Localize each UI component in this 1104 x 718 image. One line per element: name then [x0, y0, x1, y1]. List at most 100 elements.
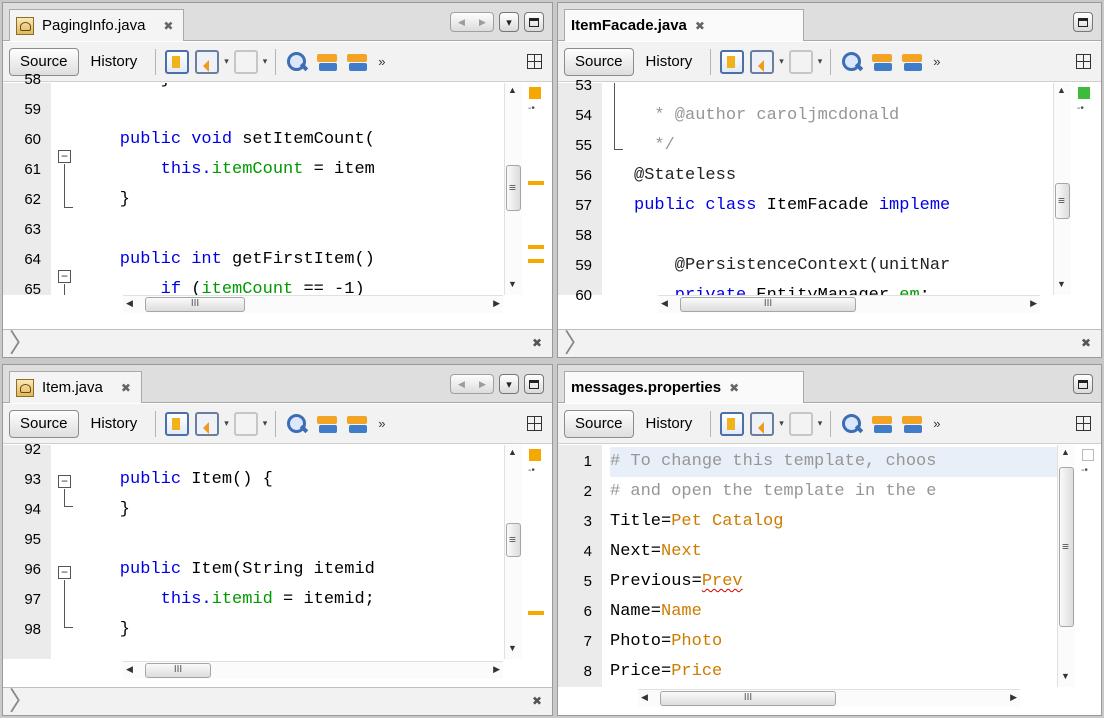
back-dropdown-icon[interactable]: ▾ — [224, 418, 229, 429]
find-selection-icon[interactable] — [840, 412, 864, 436]
split-editor-icon[interactable] — [1076, 416, 1091, 431]
fold-collapse-icon[interactable]: − — [58, 270, 71, 283]
split-editor-icon[interactable] — [1076, 54, 1091, 69]
find-previous-icon[interactable] — [870, 50, 894, 74]
tab-scroll-arrows[interactable]: ◀ ▶ — [450, 374, 494, 394]
find-previous-icon[interactable] — [870, 412, 894, 436]
split-editor-icon[interactable] — [527, 54, 542, 69]
forward-dropdown-icon[interactable]: ▾ — [818, 418, 823, 429]
maximize-window-button[interactable] — [524, 12, 544, 32]
vertical-scrollbar[interactable]: ▲ ▼ — [504, 83, 522, 295]
back-icon[interactable] — [195, 49, 220, 74]
scroll-right-icon[interactable]: ▶ — [1010, 692, 1017, 703]
scroll-right-icon[interactable]: ▶ — [493, 298, 500, 309]
document-list-button[interactable]: ▾ — [499, 12, 519, 32]
status-marker[interactable] — [1082, 449, 1094, 461]
vertical-scrollbar[interactable]: ▲ ▼ — [504, 445, 522, 659]
scroll-right-icon[interactable]: ▶ — [493, 664, 500, 675]
scroll-left-icon[interactable]: ◀ — [126, 298, 133, 309]
error-stripe[interactable]: -• — [522, 445, 552, 659]
error-stripe[interactable]: -• — [522, 83, 552, 295]
close-output-icon[interactable]: ✖ — [532, 336, 542, 350]
last-edit-icon[interactable] — [165, 49, 190, 74]
scroll-down-icon[interactable]: ▼ — [508, 643, 517, 653]
close-output-icon[interactable]: ✖ — [1081, 336, 1091, 350]
source-button[interactable]: Source — [9, 409, 79, 438]
code-area[interactable]: public Item() { } public Item(String ite… — [79, 445, 512, 659]
scroll-thumb[interactable]: III — [680, 297, 856, 312]
find-selection-icon[interactable] — [285, 412, 309, 436]
warning-marker[interactable] — [529, 449, 541, 461]
history-button[interactable]: History — [634, 415, 705, 432]
tab-itemfacade-java[interactable]: ItemFacade.java ✖ — [564, 9, 804, 41]
back-dropdown-icon[interactable]: ▾ — [779, 418, 784, 429]
find-selection-icon[interactable] — [285, 50, 309, 74]
vertical-scrollbar[interactable]: ▲ ▼ — [1053, 83, 1071, 295]
scroll-thumb[interactable] — [1055, 183, 1070, 219]
scroll-thumb[interactable]: III — [145, 297, 245, 312]
history-button[interactable]: History — [634, 53, 705, 70]
fold-collapse-icon[interactable]: − — [58, 566, 71, 579]
last-edit-icon[interactable] — [720, 49, 745, 74]
expand-output-icon[interactable]: 〉 — [9, 330, 35, 356]
source-button[interactable]: Source — [564, 409, 634, 438]
tab-close-icon[interactable]: ✖ — [121, 381, 131, 395]
error-stripe[interactable]: -• — [1071, 83, 1101, 295]
scroll-thumb[interactable]: III — [660, 691, 836, 706]
scroll-up-icon[interactable]: ▲ — [508, 447, 517, 457]
find-next-icon[interactable] — [900, 412, 924, 436]
tab-item-java[interactable]: Item.java ✖ — [9, 371, 142, 403]
maximize-window-button[interactable] — [1073, 374, 1093, 394]
code-area[interactable]: } public void setItemCount( this.itemCou… — [79, 83, 512, 295]
code-area[interactable]: * * @author caroljmcdonald */ @Stateless p… — [634, 83, 1061, 295]
maximize-window-button[interactable] — [1073, 12, 1093, 32]
forward-icon[interactable] — [233, 411, 258, 436]
horizontal-scrollbar[interactable]: ◀ III ▶ — [658, 295, 1040, 313]
scroll-thumb[interactable]: III — [145, 663, 211, 678]
tab-messages-properties[interactable]: messages.properties ✖ — [564, 371, 804, 403]
forward-dropdown-icon[interactable]: ▾ — [263, 56, 268, 67]
close-output-icon[interactable]: ✖ — [532, 694, 542, 708]
more-tools-icon[interactable]: » — [378, 54, 385, 69]
scroll-up-icon[interactable]: ▲ — [1061, 447, 1070, 457]
error-stripe[interactable]: -• — [1075, 445, 1101, 687]
maximize-window-button[interactable] — [524, 374, 544, 394]
back-dropdown-icon[interactable]: ▾ — [779, 56, 784, 67]
back-icon[interactable] — [750, 411, 775, 436]
fold-collapse-icon[interactable]: − — [58, 150, 71, 163]
scroll-left-icon[interactable]: ◀ — [458, 379, 465, 390]
forward-dropdown-icon[interactable]: ▾ — [263, 418, 268, 429]
warning-marker[interactable] — [529, 87, 541, 99]
back-dropdown-icon[interactable]: ▾ — [224, 56, 229, 67]
find-next-icon[interactable] — [900, 50, 924, 74]
back-icon[interactable] — [750, 49, 775, 74]
find-previous-icon[interactable] — [315, 50, 339, 74]
occurrence-marker[interactable] — [528, 181, 544, 185]
vertical-scrollbar[interactable]: ▲ ▼ — [1057, 445, 1075, 687]
more-tools-icon[interactable]: » — [378, 416, 385, 431]
last-edit-icon[interactable] — [720, 411, 745, 436]
code-editor[interactable]: 53 54 55 56 57 58 59 60 * * @author caroljmcdon… — [558, 77, 1101, 304]
scroll-left-icon[interactable]: ◀ — [641, 692, 648, 703]
forward-icon[interactable] — [788, 411, 813, 436]
back-icon[interactable] — [195, 411, 220, 436]
horizontal-scrollbar[interactable]: ◀ III ▶ — [638, 689, 1020, 707]
scroll-down-icon[interactable]: ▼ — [1061, 671, 1070, 681]
scroll-left-icon[interactable]: ◀ — [458, 17, 465, 28]
status-ok-marker[interactable] — [1078, 87, 1090, 99]
code-editor[interactable]: 92 93 94 95 96 97 98 − − public Item() { } pub… — [3, 441, 552, 659]
occurrence-marker[interactable] — [528, 245, 544, 249]
find-selection-icon[interactable] — [840, 50, 864, 74]
tab-paginginfo-java[interactable]: PagingInfo.java ✖ — [9, 9, 185, 41]
scroll-right-icon[interactable]: ▶ — [479, 17, 486, 28]
find-next-icon[interactable] — [345, 50, 369, 74]
more-tools-icon[interactable]: » — [933, 54, 940, 69]
expand-output-icon[interactable]: 〉 — [564, 330, 590, 356]
occurrence-marker[interactable] — [528, 259, 544, 263]
code-editor[interactable]: 1 2 3 4 5 6 7 8 # To change this template, choo… — [558, 445, 1101, 687]
history-button[interactable]: History — [79, 53, 150, 70]
scroll-left-icon[interactable]: ◀ — [126, 664, 133, 675]
tab-close-icon[interactable]: ✖ — [695, 19, 705, 33]
occurrence-marker[interactable] — [528, 611, 544, 615]
scroll-down-icon[interactable]: ▼ — [508, 279, 517, 289]
